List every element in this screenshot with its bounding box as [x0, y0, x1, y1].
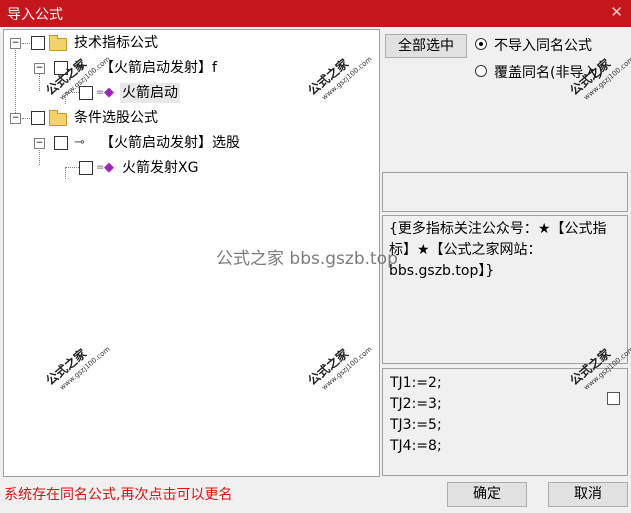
tree-node-stock-folder[interactable]: − 条件选股公式 [4, 108, 374, 128]
title-bar: 导入公式 ✕ [0, 0, 631, 27]
code-line: TJ3:=5; [390, 417, 442, 433]
tree-node-label: 条件选股公式 [74, 110, 158, 126]
tree-node-label: 技术指标公式 [74, 35, 158, 51]
info-box [382, 172, 628, 212]
tree-node-rocket-screener[interactable]: − ⊸ 【火箭启动发射】选股 [4, 133, 374, 153]
radio-overwrite-duplicates[interactable] [475, 65, 487, 77]
formula-description: {更多指标关注公众号：★【公式指标】★【公式之家网站：bbs.gszb.top】… [382, 215, 628, 364]
close-icon[interactable]: ✕ [610, 3, 623, 21]
status-message: 系统存在同名公式,再次点击可以更名 [4, 487, 233, 503]
tree-node-label: 火箭发射XG [122, 160, 199, 176]
ok-button[interactable]: 确定 [447, 482, 527, 507]
code-line: TJ2:=3; [390, 396, 442, 412]
cancel-button[interactable]: 取消 [548, 482, 628, 507]
tree-node-label: 【火箭启动发射】f [100, 60, 217, 76]
radio-skip-duplicates[interactable] [475, 38, 487, 50]
collapse-icon[interactable]: − [10, 38, 21, 49]
window-title: 导入公式 [7, 7, 63, 23]
node-checkbox[interactable] [31, 111, 45, 125]
formula-gem-icon: ◆ [104, 160, 114, 175]
node-checkbox[interactable] [79, 161, 93, 175]
code-line: TJ4:=8; [390, 438, 442, 454]
radio-skip-label[interactable]: 不导入同名公式 [494, 35, 592, 55]
collapse-icon[interactable]: − [34, 138, 45, 149]
code-line: TJ1:=2; [390, 375, 442, 391]
collapse-icon[interactable]: − [10, 113, 21, 124]
code-checkbox[interactable] [607, 392, 620, 405]
center-watermark: 公式之家 bbs.gszb.top [216, 249, 398, 269]
folder-icon [49, 110, 67, 126]
key-icon: ⊸ [74, 135, 85, 150]
node-checkbox[interactable] [31, 36, 45, 50]
select-all-button[interactable]: 全部选中 [385, 34, 467, 58]
node-checkbox[interactable] [54, 136, 68, 150]
tree-node-indicator-folder[interactable]: − 技术指标公式 [4, 33, 374, 53]
tree-node-label: 【火箭启动发射】选股 [100, 135, 240, 151]
tree-node-rocket-xg[interactable]: = ◆ 火箭发射XG [4, 158, 374, 178]
folder-icon [49, 35, 67, 51]
collapse-icon[interactable]: − [34, 63, 45, 74]
formula-gem-icon: ◆ [104, 85, 114, 100]
tree-node-label: 火箭启动 [120, 83, 180, 103]
